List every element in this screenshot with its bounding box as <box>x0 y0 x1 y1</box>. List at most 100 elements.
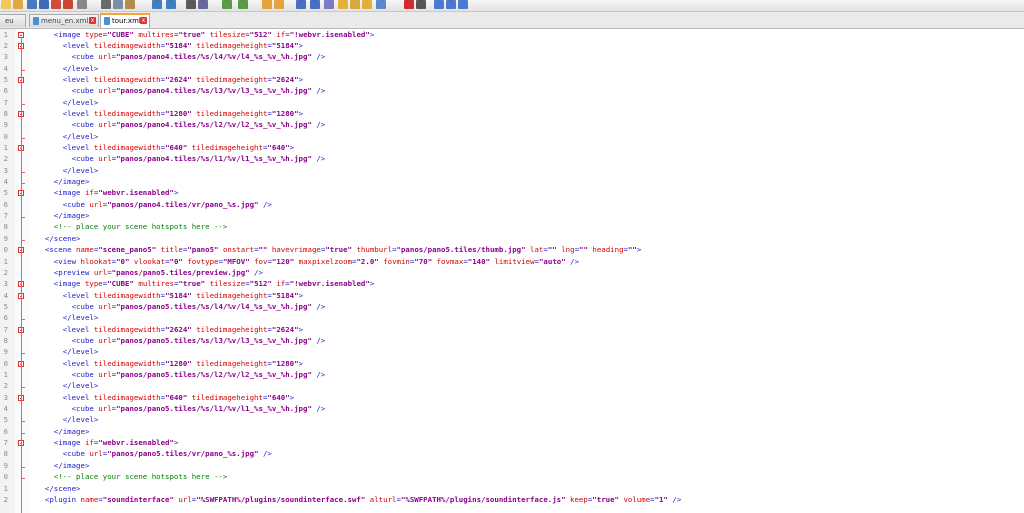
code-line[interactable]: <level tiledimagewidth="640" tiledimageh… <box>36 393 294 402</box>
code-line[interactable]: </level> <box>36 64 99 73</box>
show-all-chars-icon[interactable] <box>296 0 306 9</box>
code-line[interactable]: <cube url="panos/pano4.tiles/%s/l1/%v/l1… <box>36 154 326 163</box>
sync-scroll-icon[interactable] <box>262 0 272 9</box>
code-editor[interactable]: 1234567890123456789012345678901234567890… <box>0 29 1024 513</box>
code-line[interactable]: <cube url="panos/pano4.tiles/%s/l4/%v/l4… <box>36 52 326 62</box>
function-list-icon[interactable] <box>350 0 360 9</box>
code-line[interactable]: <scene name="scene_pano5" title="pano5" … <box>36 245 641 254</box>
lang-icon[interactable] <box>324 0 334 9</box>
code-line[interactable]: </level> <box>36 166 99 175</box>
token-val: "0" <box>116 256 130 266</box>
code-line[interactable]: <cube url="panos/pano5.tiles/%s/l4/%v/l4… <box>36 301 326 311</box>
redo-icon[interactable] <box>166 0 176 9</box>
code-line[interactable]: <cube url="panos/pano4.tiles/%s/l2/%v/l2… <box>36 120 326 129</box>
fold-end-marker <box>21 387 25 389</box>
tab-tour-xml[interactable]: tour.xml x <box>100 13 150 28</box>
run-macro-icon[interactable] <box>446 0 456 9</box>
word-wrap-icon[interactable] <box>274 0 284 9</box>
stop-macro-icon[interactable] <box>416 0 426 9</box>
code-line[interactable]: <level tiledimagewidth="2624" tiledimage… <box>36 75 303 84</box>
token-tag: </level> <box>36 347 99 357</box>
token-val: "1" <box>654 494 668 504</box>
save-icon[interactable] <box>27 0 37 9</box>
cut-icon[interactable] <box>101 0 111 9</box>
code-line[interactable]: <cube url="panos/pano5.tiles/%s/l2/%v/l2… <box>36 370 326 379</box>
line-number: 1 <box>3 256 8 266</box>
code-line[interactable]: </image> <box>36 427 90 436</box>
code-line[interactable]: </level> <box>36 98 99 107</box>
open-file-icon[interactable] <box>13 0 23 9</box>
code-line[interactable]: <level tiledimagewidth="1280" tiledimage… <box>36 109 303 118</box>
code-line[interactable]: <plugin name="soundinterface" url="%SWFP… <box>36 495 681 504</box>
folder-workspace-icon[interactable] <box>362 0 372 9</box>
code-line[interactable]: <image if="webvr.isenabled"> <box>36 438 179 447</box>
zoom-in-icon[interactable] <box>222 0 232 9</box>
token-val: "panos/pano4.tiles/%s/l4/%v/l4_%s_%v_%h.… <box>116 52 312 62</box>
save-all-icon[interactable] <box>39 0 49 9</box>
print-icon[interactable] <box>77 0 87 9</box>
doc-map-icon[interactable] <box>338 0 348 9</box>
token-attr: url <box>98 86 112 96</box>
code-area[interactable]: <image type="CUBE" multires="true" tiles… <box>36 29 1024 513</box>
code-line[interactable]: <level tiledimagewidth="2624" tiledimage… <box>36 325 303 334</box>
tab-eu[interactable]: eu <box>0 14 26 27</box>
code-line[interactable]: </level> <box>36 313 99 322</box>
code-line[interactable]: </image> <box>36 177 90 187</box>
code-line[interactable]: </level> <box>36 381 99 390</box>
play-macro-icon[interactable] <box>434 0 444 9</box>
code-line[interactable]: <cube url="panos/pano5.tiles/%s/l3/%v/l3… <box>36 336 326 345</box>
code-line[interactable]: <image type="CUBE" multires="true" tiles… <box>36 30 374 39</box>
token-val: "640" <box>267 392 290 402</box>
code-line[interactable]: <!-- place your scene hotspots here --> <box>36 472 228 481</box>
token-val: "panos/pano5.tiles/vr/pano_%s.jpg" <box>107 449 259 459</box>
monitor-icon[interactable] <box>376 0 386 9</box>
close-all-icon[interactable] <box>63 0 73 9</box>
indent-guide-icon[interactable] <box>310 0 320 9</box>
code-line[interactable]: <level tiledimagewidth="640" tiledimageh… <box>36 143 294 152</box>
line-number: 2 <box>3 494 8 504</box>
code-line[interactable]: <level tiledimagewidth="5184" tiledimage… <box>36 41 303 50</box>
code-line[interactable]: <!-- place your scene hotspots here --> <box>36 222 228 231</box>
code-line[interactable]: <cube url="panos/pano5.tiles/%s/l1/%v/l1… <box>36 404 326 413</box>
code-line[interactable]: <image type="CUBE" multires="true" tiles… <box>36 279 374 288</box>
replace-icon[interactable] <box>198 0 208 9</box>
code-line[interactable]: <view hlookat="0" vlookat="0" fovtype="M… <box>36 257 579 266</box>
undo-icon[interactable] <box>152 0 162 9</box>
code-line[interactable]: </scene> <box>36 234 81 243</box>
token-val: "5184" <box>165 40 192 50</box>
copy-icon[interactable] <box>113 0 123 9</box>
token-val: "512" <box>249 279 272 289</box>
paste-icon[interactable] <box>125 0 135 9</box>
save-macro-icon[interactable] <box>458 0 468 9</box>
code-line[interactable]: <cube url="panos/pano4.tiles/%s/l3/%v/l3… <box>36 86 326 96</box>
code-line[interactable]: </level> <box>36 347 99 357</box>
close-tab-icon[interactable]: x <box>89 17 96 24</box>
token-tag: <cube <box>36 301 99 311</box>
new-file-icon[interactable] <box>1 0 11 9</box>
token-tag: </image> <box>36 177 90 187</box>
tab-menu-en-xml[interactable]: menu_en.xml x <box>29 14 99 27</box>
code-line[interactable]: </scene> <box>36 484 81 493</box>
token-attr: tiledimagewidth <box>93 143 161 152</box>
code-line[interactable]: <image if="webvr.isenabled"> <box>36 188 179 197</box>
code-line[interactable]: </level> <box>36 415 99 424</box>
code-line[interactable]: <cube url="panos/pano5.tiles/vr/pano_%s.… <box>36 449 272 458</box>
find-icon[interactable] <box>186 0 196 9</box>
token-tag: /> <box>311 52 326 62</box>
code-line[interactable]: </image> <box>36 461 90 470</box>
token-tag: > <box>636 245 642 255</box>
code-line[interactable]: <preview url="panos/pano5.tiles/preview.… <box>36 268 263 277</box>
token-tag: > <box>369 29 375 39</box>
code-line[interactable]: <level tiledimagewidth="1280" tiledimage… <box>36 359 303 368</box>
code-line[interactable]: <level tiledimagewidth="5184" tiledimage… <box>36 291 303 300</box>
code-line[interactable]: </level> <box>36 132 99 141</box>
tab-label: menu_en.xml <box>41 17 89 25</box>
token-tag: </scene> <box>36 483 81 493</box>
record-macro-icon[interactable] <box>404 0 414 9</box>
close-tab-icon[interactable]: x <box>140 17 147 24</box>
code-line[interactable]: <cube url="panos/pano4.tiles/vr/pano_%s.… <box>36 200 272 209</box>
zoom-out-icon[interactable] <box>238 0 248 9</box>
code-line[interactable]: </image> <box>36 211 90 220</box>
close-icon[interactable] <box>51 0 61 9</box>
token-attr: url <box>98 52 112 62</box>
